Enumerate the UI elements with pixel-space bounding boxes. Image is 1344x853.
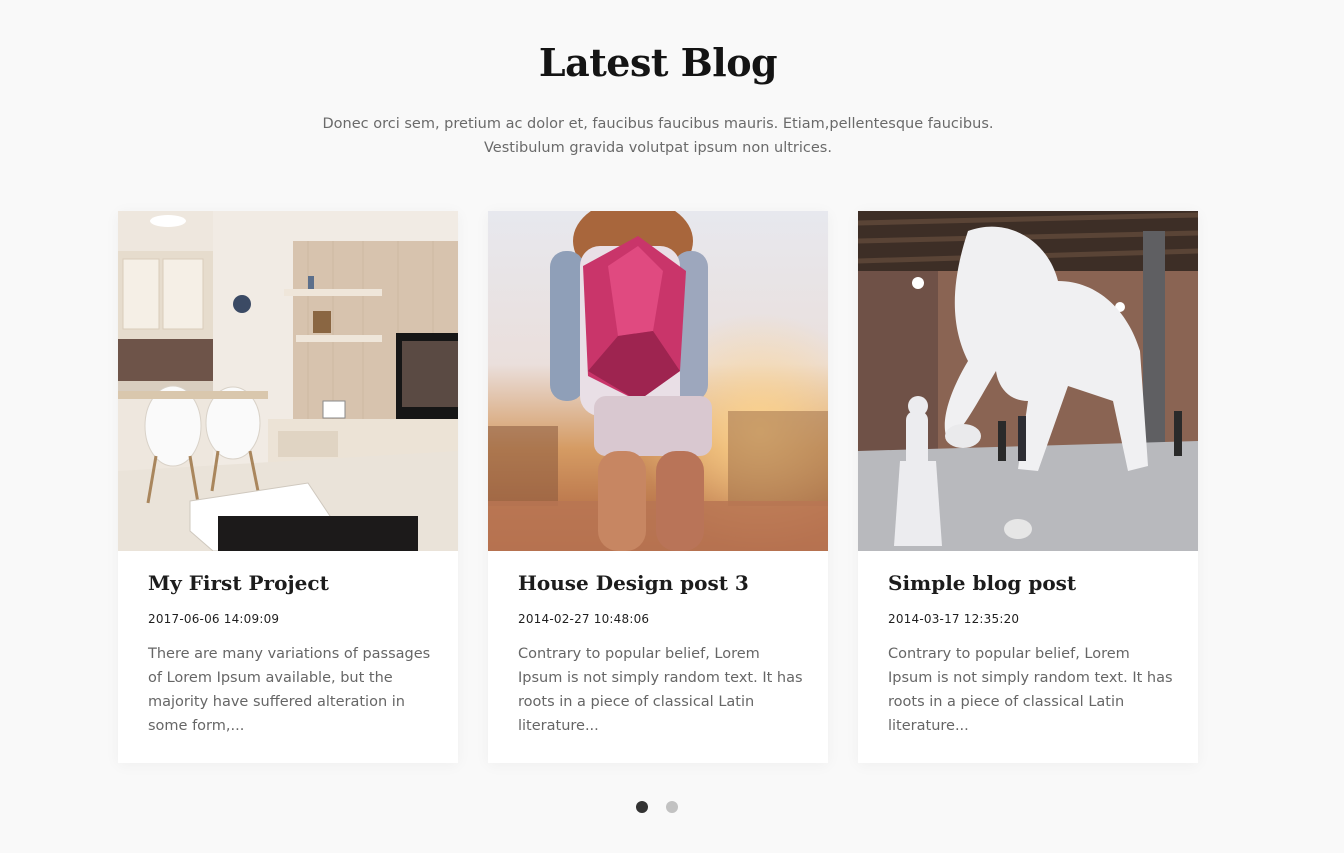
post-date: 2014-03-17 12:35:20: [888, 612, 1020, 626]
post-image-horse-sculpture[interactable]: [858, 211, 1198, 551]
section-subtitle: Donec orci sem, pretium ac dolor et, fau…: [322, 116, 994, 156]
post-image-living-room[interactable]: [118, 211, 458, 551]
carousel-dot-1[interactable]: [636, 801, 648, 813]
post-date: 2017-06-06 14:09:09: [148, 612, 280, 626]
blog-card[interactable]: House Design post 3 2014-02-27 10:48:06 …: [488, 211, 828, 763]
post-image-backpack-girl[interactable]: [488, 211, 828, 551]
post-title[interactable]: My First Project: [148, 568, 329, 598]
latest-blog-section: Latest Blog Donec orci sem, pretium ac d…: [0, 0, 1344, 853]
blog-card[interactable]: Simple blog post 2014-03-17 12:35:20 Con…: [858, 211, 1198, 763]
blog-card[interactable]: My First Project 2017-06-06 14:09:09 The…: [118, 211, 458, 763]
post-excerpt: Contrary to popular belief, Lorem Ipsum …: [888, 646, 1173, 734]
post-title[interactable]: Simple blog post: [888, 568, 1076, 598]
post-date: 2014-02-27 10:48:06: [518, 612, 650, 626]
carousel-pagination: [636, 801, 678, 813]
post-title[interactable]: House Design post 3: [518, 568, 749, 598]
carousel-dot-2[interactable]: [666, 801, 678, 813]
section-title: Latest Blog: [538, 40, 778, 85]
post-excerpt: There are many variations of passages of…: [148, 646, 431, 734]
post-excerpt: Contrary to popular belief, Lorem Ipsum …: [518, 646, 803, 734]
